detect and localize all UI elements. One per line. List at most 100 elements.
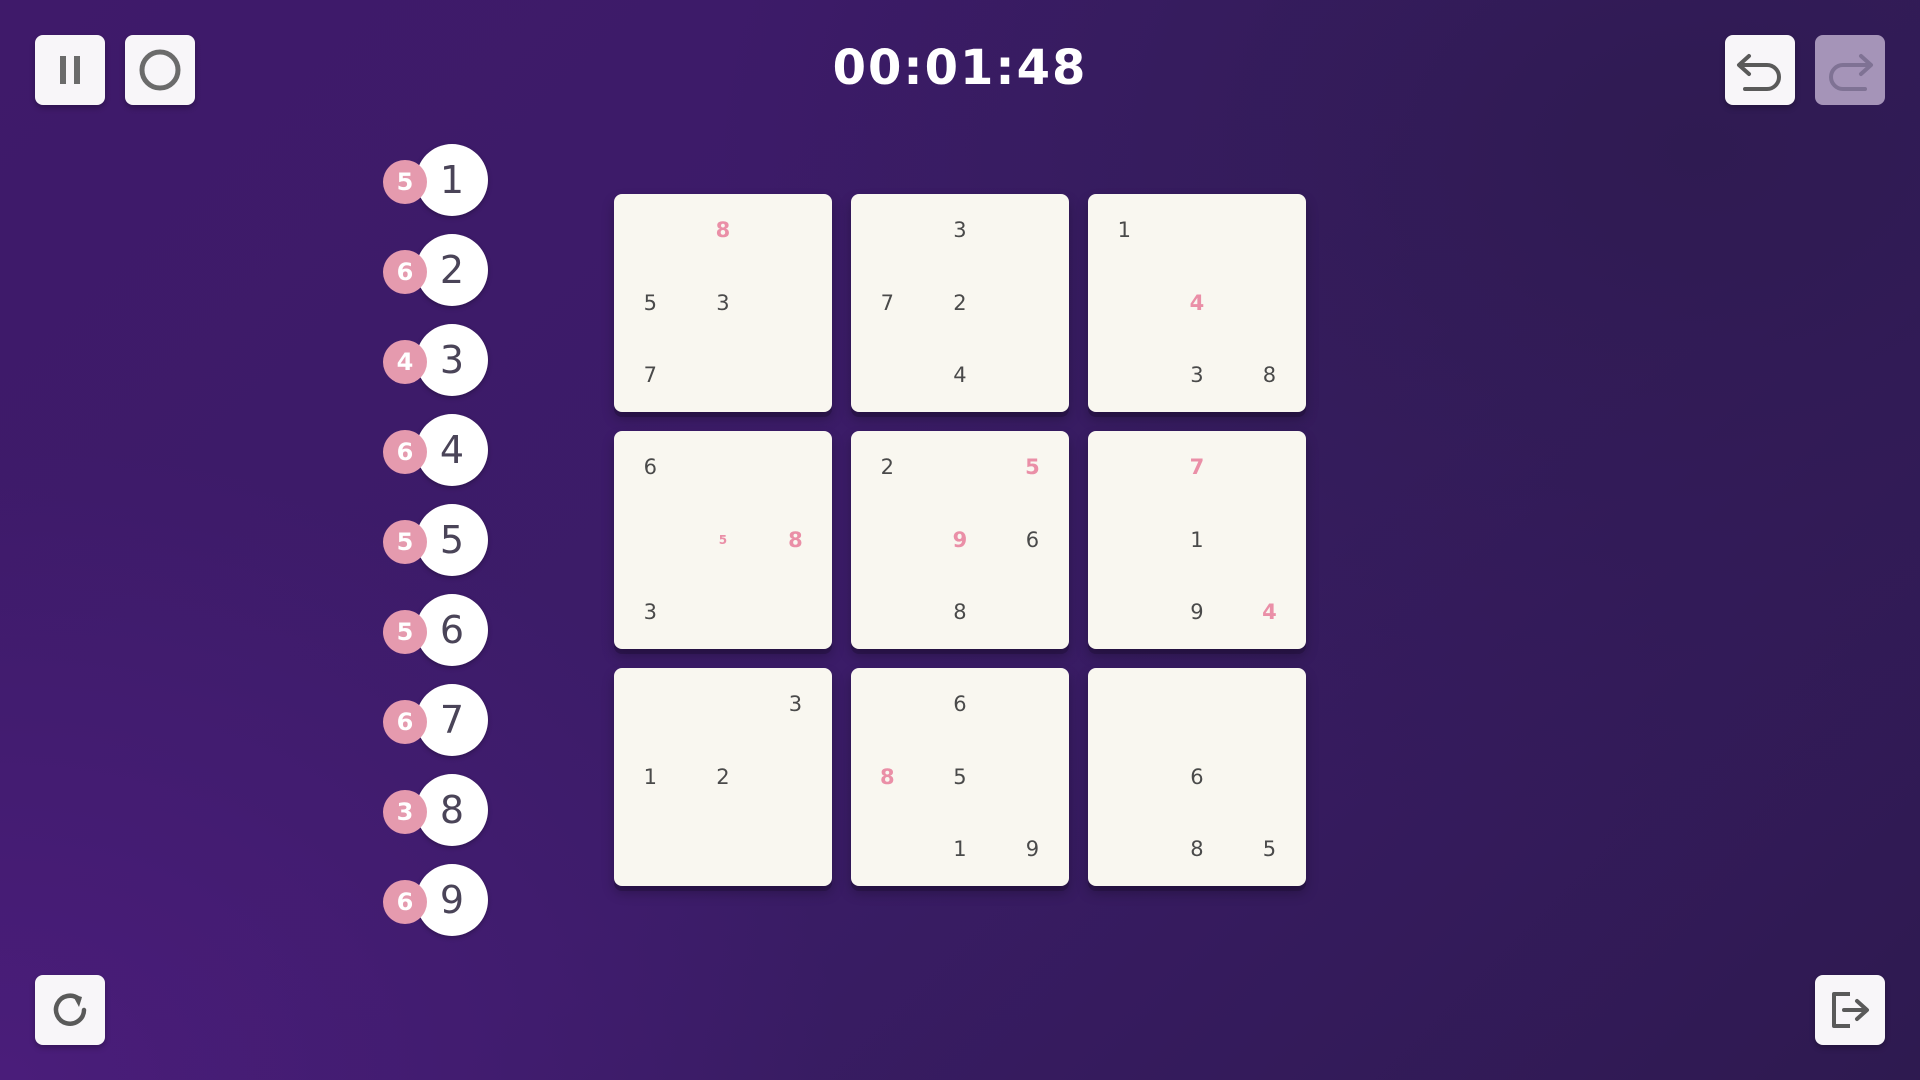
board-cell[interactable] <box>687 339 760 412</box>
board-cell[interactable]: 3 <box>614 576 687 649</box>
number-selector-1[interactable]: 15 <box>380 144 500 218</box>
board-cell[interactable] <box>614 813 687 886</box>
board-cell[interactable] <box>924 431 997 504</box>
undo-button[interactable] <box>1725 35 1795 105</box>
board-cell[interactable]: 1 <box>1161 504 1234 577</box>
board-cell[interactable] <box>759 431 832 504</box>
board-cell[interactable] <box>1233 668 1306 741</box>
number-selector-3[interactable]: 34 <box>380 324 500 398</box>
board-cell[interactable] <box>1233 504 1306 577</box>
board-cell[interactable]: 5 <box>996 431 1069 504</box>
board-cell[interactable] <box>1088 339 1161 412</box>
board-cell[interactable]: 7 <box>614 339 687 412</box>
board-cell[interactable] <box>1088 576 1161 649</box>
board-cell[interactable]: 8 <box>1233 339 1306 412</box>
board-cell[interactable]: 1 <box>1088 194 1161 267</box>
board-cell[interactable] <box>996 339 1069 412</box>
board-cell[interactable] <box>614 504 687 577</box>
board-cell[interactable]: 2 <box>924 267 997 340</box>
board-cell[interactable]: 3 <box>759 668 832 741</box>
board-cell[interactable]: 9 <box>924 504 997 577</box>
board-cell[interactable]: 3 <box>1161 339 1234 412</box>
board-cell[interactable]: 7 <box>1161 431 1234 504</box>
board-cell[interactable] <box>759 741 832 814</box>
board-cell[interactable]: 8 <box>924 576 997 649</box>
board-cell[interactable]: 1 <box>614 741 687 814</box>
board-cell[interactable] <box>759 267 832 340</box>
board-cell[interactable]: 5 <box>1233 813 1306 886</box>
board-cell[interactable] <box>687 431 760 504</box>
board-cell[interactable]: 4 <box>1161 267 1234 340</box>
board-cell[interactable] <box>1088 267 1161 340</box>
board-cell[interactable] <box>1088 431 1161 504</box>
board-cell[interactable] <box>1161 668 1234 741</box>
remaining-count-badge: 5 <box>383 520 427 564</box>
number-selector-8[interactable]: 83 <box>380 774 500 848</box>
board-cell[interactable]: 5 <box>687 504 760 577</box>
number-selector-5[interactable]: 55 <box>380 504 500 578</box>
board-cell[interactable]: 8 <box>851 741 924 814</box>
number-selector-4[interactable]: 46 <box>380 414 500 488</box>
board-cell[interactable]: 3 <box>687 267 760 340</box>
redo-button[interactable] <box>1815 35 1885 105</box>
board-cell[interactable] <box>851 813 924 886</box>
board-cell[interactable]: 9 <box>996 813 1069 886</box>
board-cell[interactable]: 8 <box>1161 813 1234 886</box>
board-cell[interactable] <box>687 576 760 649</box>
board-cell[interactable] <box>1088 813 1161 886</box>
board-cell[interactable] <box>996 668 1069 741</box>
board-cell[interactable]: 8 <box>687 194 760 267</box>
remaining-count-badge: 3 <box>383 790 427 834</box>
board-box-1: 8537 <box>614 194 832 412</box>
board-cell[interactable] <box>996 576 1069 649</box>
number-selector-2[interactable]: 26 <box>380 234 500 308</box>
number-selector-9[interactable]: 96 <box>380 864 500 938</box>
board-cell[interactable]: 2 <box>851 431 924 504</box>
board-cell[interactable]: 6 <box>996 504 1069 577</box>
board-cell[interactable] <box>1233 267 1306 340</box>
board-cell[interactable] <box>1161 194 1234 267</box>
board-cell[interactable]: 3 <box>924 194 997 267</box>
board-cell[interactable]: 7 <box>851 267 924 340</box>
board-cell[interactable] <box>1088 741 1161 814</box>
board-cell[interactable] <box>1088 504 1161 577</box>
board-cell[interactable]: 1 <box>924 813 997 886</box>
board-cell[interactable] <box>614 668 687 741</box>
board-cell[interactable] <box>1088 668 1161 741</box>
restart-button[interactable] <box>35 975 105 1045</box>
board-cell[interactable]: 8 <box>759 504 832 577</box>
board-cell[interactable] <box>614 194 687 267</box>
board-cell[interactable] <box>687 668 760 741</box>
board-cell[interactable]: 5 <box>924 741 997 814</box>
board-cell[interactable] <box>759 194 832 267</box>
board-cell[interactable] <box>759 813 832 886</box>
board-cell[interactable]: 6 <box>614 431 687 504</box>
board-cell[interactable] <box>996 267 1069 340</box>
board-cell[interactable] <box>851 194 924 267</box>
board-cell[interactable] <box>996 741 1069 814</box>
board-cell[interactable] <box>996 194 1069 267</box>
number-selector-7[interactable]: 76 <box>380 684 500 758</box>
board-cell[interactable]: 4 <box>1233 576 1306 649</box>
board-box-7: 312 <box>614 668 832 886</box>
number-selector-6[interactable]: 65 <box>380 594 500 668</box>
exit-button[interactable] <box>1815 975 1885 1045</box>
board-cell[interactable]: 6 <box>924 668 997 741</box>
board-cell[interactable] <box>851 504 924 577</box>
board-cell[interactable]: 4 <box>924 339 997 412</box>
board-cell[interactable] <box>851 668 924 741</box>
board-box-5: 25968 <box>851 431 1069 649</box>
board-cell[interactable] <box>1233 194 1306 267</box>
board-cell[interactable] <box>759 339 832 412</box>
board-cell[interactable] <box>759 576 832 649</box>
board-cell[interactable] <box>687 813 760 886</box>
board-box-3: 1438 <box>1088 194 1306 412</box>
board-cell[interactable]: 2 <box>687 741 760 814</box>
board-cell[interactable] <box>1233 431 1306 504</box>
board-cell[interactable]: 9 <box>1161 576 1234 649</box>
board-cell[interactable]: 5 <box>614 267 687 340</box>
board-cell[interactable]: 6 <box>1161 741 1234 814</box>
board-cell[interactable] <box>1233 741 1306 814</box>
board-cell[interactable] <box>851 339 924 412</box>
board-cell[interactable] <box>851 576 924 649</box>
